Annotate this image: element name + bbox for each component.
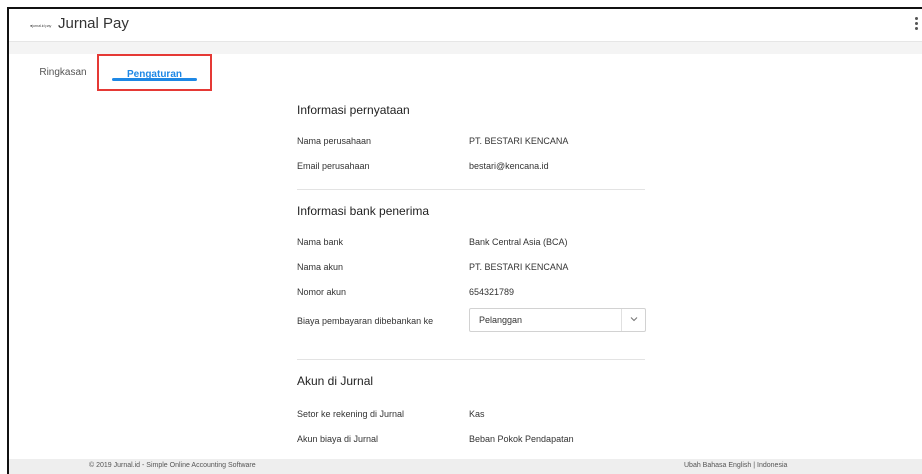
company-name-label: Nama perusahaan [297, 136, 372, 146]
company-email-value: bestari@kencana.id [469, 161, 549, 171]
account-number-label: Nomor akun [297, 287, 347, 297]
fee-bearer-select[interactable]: Pelanggan [469, 308, 646, 332]
bank-name-label: Nama bank [297, 237, 344, 247]
more-options-icon[interactable] [912, 16, 920, 34]
deposit-account-value: Kas [469, 409, 485, 419]
chevron-down-icon[interactable] [629, 314, 639, 324]
top-bar: ●jurnal.id pay Jurnal Pay [9, 9, 922, 42]
section-divider [297, 359, 645, 360]
fee-bearer-label: Biaya pembayaran dibebankan ke [297, 316, 434, 326]
expense-account-value: Beban Pokok Pendapatan [469, 434, 574, 444]
bank-name-value: Bank Central Asia (BCA) [469, 237, 568, 247]
jurnal-account-section-title: Akun di Jurnal [297, 374, 374, 388]
language-switcher[interactable]: Ubah Bahasa English | Indonesia [684, 462, 787, 469]
copyright-text: © 2019 Jurnal.id - Simple Online Account… [89, 462, 256, 469]
sub-header-bar [9, 42, 922, 54]
app-window: ●jurnal.id pay Jurnal Pay Ringkasan Peng… [7, 7, 922, 474]
select-separator [621, 309, 622, 331]
company-email-label: Email perusahaan [297, 161, 370, 171]
account-name-value: PT. BESTARI KENCANA [469, 262, 569, 272]
account-name-label: Nama akun [297, 262, 344, 272]
tab-pengaturan[interactable]: Pengaturan [97, 54, 212, 91]
footer: © 2019 Jurnal.id - Simple Online Account… [9, 459, 922, 474]
logo-text: ●jurnal.id pay [30, 23, 52, 28]
active-tab-indicator [112, 78, 197, 81]
jurnal-logo[interactable]: ●jurnal.id pay [26, 22, 51, 30]
app-title: Jurnal Pay [58, 15, 129, 32]
tab-bar: Ringkasan Pengaturan [9, 54, 922, 91]
account-number-value: 654321789 [469, 287, 515, 297]
tab-ringkasan[interactable]: Ringkasan [29, 54, 97, 91]
expense-account-label: Akun biaya di Jurnal [297, 434, 379, 444]
deposit-account-label: Setor ke rekening di Jurnal [297, 409, 405, 419]
bank-section-title: Informasi bank penerima [297, 204, 430, 218]
company-name-value: PT. BESTARI KENCANA [469, 136, 569, 146]
section-divider [297, 189, 645, 190]
fee-bearer-value: Pelanggan [479, 315, 523, 325]
statement-section-title: Informasi pernyataan [297, 103, 410, 117]
